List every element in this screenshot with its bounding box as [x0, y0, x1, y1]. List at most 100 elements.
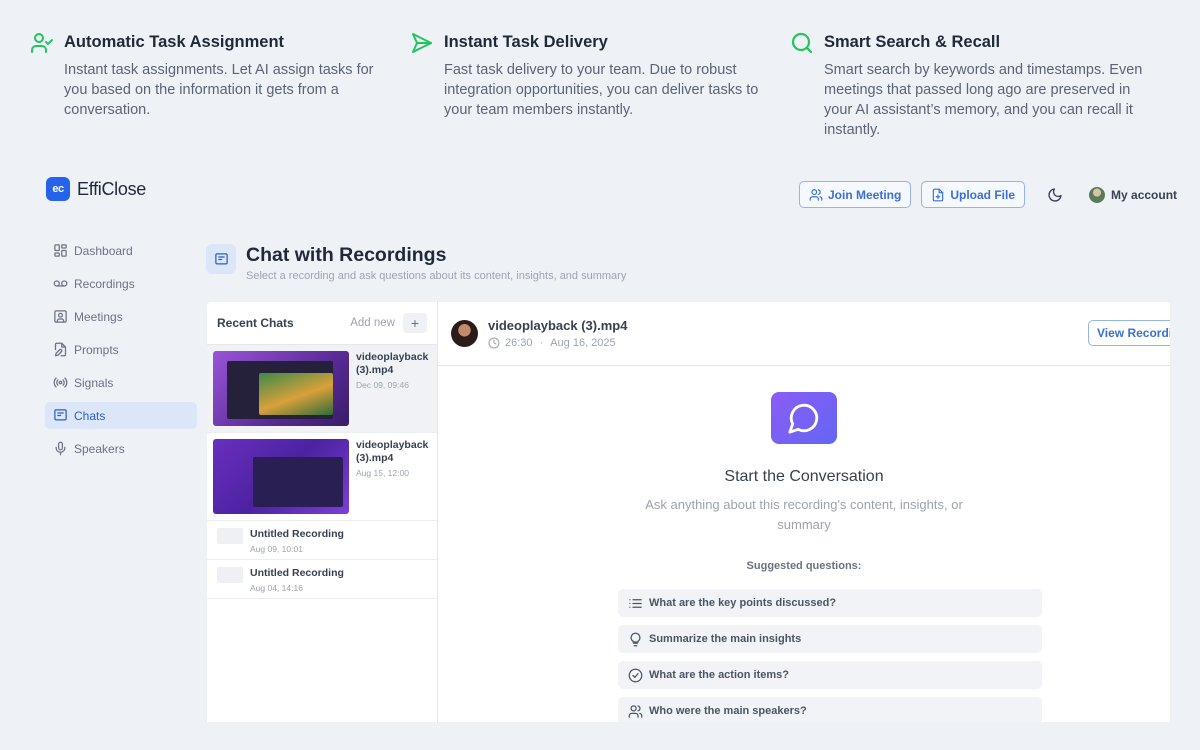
join-meeting-label: Join Meeting [828, 187, 902, 202]
suggestion-action-items[interactable]: What are the action items? [618, 661, 1042, 689]
feature-task-assignment: Automatic Task Assignment Instant task a… [30, 30, 410, 140]
voicemail-icon [53, 280, 68, 287]
feature-text: Smart search by keywords and timestamps.… [824, 62, 1143, 138]
sidebar-item-signals[interactable]: Signals [45, 369, 197, 396]
feature-text: Instant task assignments. Let AI assign … [64, 62, 374, 118]
clock-icon [488, 337, 500, 349]
page-subtitle: Select a recording and ask questions abo… [246, 270, 627, 282]
check-circle-icon [628, 668, 643, 682]
suggestion-text: What are the action items? [649, 669, 789, 681]
account-menu[interactable]: My account [1089, 186, 1178, 203]
add-new-link[interactable]: Add new [350, 317, 395, 329]
top-bar: Join Meeting Upload File My account [799, 181, 1177, 208]
feature-row: Automatic Task Assignment Instant task a… [30, 30, 1170, 140]
chat-item-name: videoplayback (3).mp4 [356, 439, 429, 464]
page-header: Chat with Recordings Select a recording … [206, 244, 626, 282]
video-thumbnail [213, 439, 349, 514]
suggested-questions: What are the key points discussed? Summa… [618, 589, 1042, 722]
chat-list-item[interactable]: Untitled Recording Aug 04, 14:16 [207, 560, 437, 599]
feature-smart-search: Smart Search & Recall Smart search by ke… [790, 30, 1170, 140]
logo-mark: ec [46, 177, 70, 201]
feature-title: Instant Task Delivery [444, 33, 608, 51]
chat-item-date: Aug 09, 10:01 [250, 544, 303, 554]
suggested-questions-label: Suggested questions: [746, 560, 862, 572]
sidebar-item-prompts[interactable]: Prompts [45, 336, 197, 363]
chat-item-name: videoplayback (3).mp4 [356, 351, 429, 376]
suggestion-text: What are the key points discussed? [649, 597, 837, 609]
suggestion-key-points[interactable]: What are the key points discussed? [618, 589, 1042, 617]
chat-item-date: Aug 15, 12:00 [356, 468, 409, 478]
send-icon [412, 33, 432, 53]
chat-panel: Recent Chats Add new + videoplayback (3)… [207, 302, 1170, 722]
message-circle-icon [771, 392, 837, 444]
conversation-header: videoplayback (3).mp4 26:30 · Aug 16, 20… [438, 302, 1170, 366]
account-label: My account [1111, 187, 1178, 202]
radio-icon [53, 377, 68, 388]
conversation-description: Ask anything about this recording's cont… [645, 497, 963, 532]
suggestion-summarize[interactable]: Summarize the main insights [618, 625, 1042, 653]
chat-item-name: Untitled Recording [250, 567, 344, 579]
file-upload-icon [933, 188, 944, 201]
sidebar-item-label: Signals [74, 375, 114, 390]
feature-title: Automatic Task Assignment [64, 33, 285, 51]
sidebar-item-label: Meetings [74, 309, 123, 324]
moon-icon[interactable] [1047, 187, 1063, 203]
user-check-icon [31, 33, 53, 53]
suggestion-text: Who were the main speakers? [649, 705, 807, 717]
list-icon [629, 598, 642, 608]
join-meeting-button[interactable]: Join Meeting [799, 181, 912, 208]
recording-duration: 26:30 [505, 337, 533, 349]
recording-date: Aug 16, 2025 [550, 337, 616, 349]
mic-icon [55, 441, 66, 456]
search-icon [791, 32, 813, 54]
avatar [451, 320, 478, 347]
chat-item-date: Dec 09, 09:46 [356, 380, 409, 390]
thumbnail-placeholder [217, 567, 243, 583]
sidebar-item-label: Dashboard [74, 243, 133, 258]
sidebar-item-meetings[interactable]: Meetings [45, 303, 197, 330]
app-logo[interactable]: ec EffiClose [46, 177, 146, 201]
recent-chats-header: Recent Chats Add new + [207, 302, 437, 345]
sidebar: Dashboard Recordings Meetings Prompts Si… [45, 237, 197, 468]
sidebar-item-chats[interactable]: Chats [45, 402, 197, 429]
file-edit-icon [54, 342, 67, 357]
chat-icon [54, 409, 67, 421]
thumbnail-placeholder [217, 528, 243, 544]
feature-text: Fast task delivery to your team. Due to … [444, 62, 759, 118]
user-square-icon [54, 310, 67, 323]
add-new-button[interactable]: + [403, 313, 427, 333]
users-icon [628, 704, 643, 718]
lightbulb-icon [630, 632, 641, 646]
users-icon [809, 188, 823, 201]
sidebar-item-speakers[interactable]: Speakers [45, 435, 197, 462]
empty-conversation: Start the Conversation Ask anything abou… [438, 392, 1170, 572]
chat-list-item[interactable]: videoplayback (3).mp4 Aug 15, 12:00 [207, 433, 437, 521]
recording-meta: 26:30 · Aug 16, 2025 [488, 337, 627, 349]
recent-chats-pane: Recent Chats Add new + videoplayback (3)… [207, 302, 438, 722]
video-thumbnail [213, 351, 349, 426]
grid-icon [54, 244, 67, 257]
chat-list-item[interactable]: videoplayback (3).mp4 Dec 09, 09:46 [207, 345, 437, 433]
sidebar-item-label: Speakers [74, 441, 125, 456]
avatar [1089, 186, 1106, 203]
conversation-pane: videoplayback (3).mp4 26:30 · Aug 16, 20… [438, 302, 1170, 722]
page-title: Chat with Recordings [246, 244, 447, 266]
recording-name: videoplayback (3).mp4 [488, 318, 628, 333]
upload-file-label: Upload File [950, 187, 1016, 202]
view-recording-button[interactable]: View Recording [1088, 320, 1170, 346]
sidebar-item-dashboard[interactable]: Dashboard [45, 237, 197, 264]
upload-file-button[interactable]: Upload File [921, 181, 1026, 208]
sidebar-item-label: Recordings [74, 276, 135, 291]
chat-item-name: Untitled Recording [250, 528, 344, 540]
conversation-title: Start the Conversation [724, 468, 884, 485]
chat-icon [206, 244, 236, 274]
suggestion-speakers[interactable]: Who were the main speakers? [618, 697, 1042, 722]
chat-item-date: Aug 04, 14:16 [250, 583, 303, 593]
feature-title: Smart Search & Recall [824, 33, 1001, 51]
sidebar-item-recordings[interactable]: Recordings [45, 270, 197, 297]
logo-text: EffiClose [77, 178, 147, 199]
suggestion-text: Summarize the main insights [649, 633, 802, 645]
chat-list-item[interactable]: Untitled Recording Aug 09, 10:01 [207, 521, 437, 560]
sidebar-item-label: Prompts [74, 342, 119, 357]
recent-chats-title: Recent Chats [217, 316, 294, 330]
